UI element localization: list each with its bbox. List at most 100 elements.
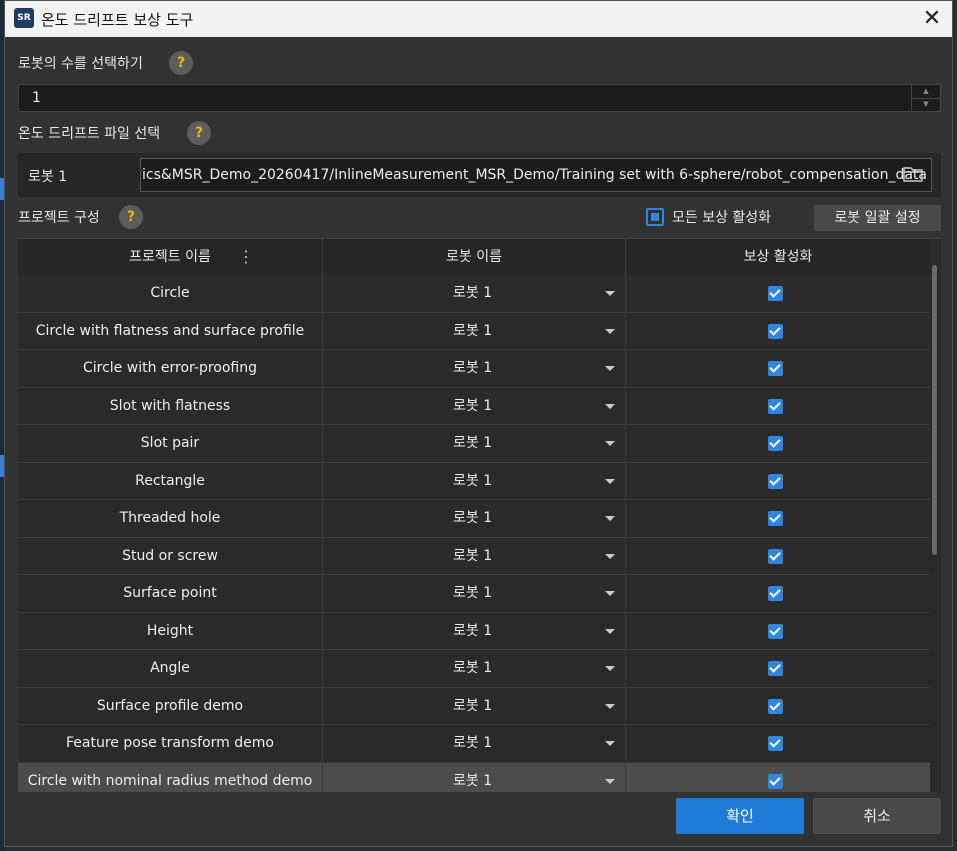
chevron-down-icon	[605, 778, 615, 784]
project-name-cell: Slot pair	[18, 425, 323, 462]
robot-count-value: 1	[32, 90, 41, 106]
robot-select-value: 로봇 1	[453, 360, 493, 376]
table-row[interactable]: Circle with flatness and surface profile…	[18, 312, 930, 350]
compensation-cell	[626, 575, 930, 612]
spin-down-icon[interactable]: ▼	[912, 98, 940, 111]
table-row[interactable]: Rectangle 로봇 1	[18, 462, 930, 500]
compensation-checkbox[interactable]	[768, 436, 783, 451]
project-name-cell: Threaded hole	[18, 500, 323, 537]
project-name-cell: Slot with flatness	[18, 387, 323, 425]
spin-up-icon[interactable]: ▲	[912, 85, 940, 99]
enable-all-label: 모든 보상 활성화	[672, 210, 772, 226]
compensation-checkbox[interactable]	[768, 323, 783, 339]
table-row[interactable]: Angle 로봇 1	[18, 650, 930, 688]
compensation-checkbox[interactable]	[768, 548, 783, 564]
close-icon[interactable]: ✕	[917, 5, 947, 33]
robot-select[interactable]: 로봇 1	[323, 537, 626, 575]
project-name-cell: Circle with flatness and surface profile	[18, 312, 323, 350]
chevron-down-icon	[605, 591, 615, 596]
robot-select[interactable]: 로봇 1	[323, 762, 626, 792]
compensation-checkbox[interactable]	[768, 361, 783, 376]
chevron-down-icon	[605, 553, 615, 559]
kebab-menu-icon[interactable]: ⋮	[238, 239, 254, 275]
table-row[interactable]: Circle with error-proofing 로봇 1	[18, 350, 930, 388]
table-row[interactable]: Height 로봇 1	[18, 612, 930, 650]
table-row[interactable]: Feature pose transform demo 로봇 1	[18, 725, 930, 763]
header-project-name[interactable]: 프로젝트 이름 ⋮	[18, 239, 323, 275]
enable-all-checkbox[interactable]	[646, 208, 664, 226]
spin-buttons: ▲ ▼	[911, 85, 940, 111]
help-icon[interactable]: ?	[119, 205, 143, 229]
robot-select[interactable]: 로봇 1	[323, 725, 626, 762]
table-row[interactable]: Slot pair 로봇 1	[18, 425, 930, 463]
robot-select[interactable]: 로봇 1	[323, 312, 626, 350]
compensation-cell	[626, 650, 930, 687]
compensation-checkbox[interactable]	[768, 398, 783, 414]
robot-select[interactable]: 로봇 1	[323, 425, 626, 462]
robot-select[interactable]: 로봇 1	[323, 650, 626, 687]
table-row[interactable]: Stud or screw 로봇 1	[18, 537, 930, 575]
compensation-checkbox[interactable]	[768, 623, 783, 639]
table-row[interactable]: Surface point 로봇 1	[18, 575, 930, 613]
file-path-input[interactable]: ics&MSR_Demo_20260417/InlineMeasurement_…	[140, 158, 932, 192]
project-name-cell: Surface profile demo	[18, 687, 323, 725]
help-icon[interactable]: ?	[169, 51, 193, 75]
robot-select-value: 로봇 1	[453, 285, 493, 301]
table-row[interactable]: Threaded hole 로봇 1	[18, 500, 930, 538]
robot-select-value: 로봇 1	[453, 322, 493, 339]
robot-select-value: 로봇 1	[453, 472, 493, 489]
robot-file-label: 로봇 1	[28, 169, 68, 185]
header-robot-name[interactable]: 로봇 이름	[323, 239, 626, 275]
robot-select-value: 로봇 1	[453, 397, 493, 414]
compensation-checkbox[interactable]	[768, 586, 783, 601]
compensation-checkbox[interactable]	[768, 773, 783, 789]
header-compensation[interactable]: 보상 활성화	[626, 239, 930, 275]
compensation-checkbox[interactable]	[768, 286, 783, 301]
table-row[interactable]: Slot with flatness 로봇 1	[18, 387, 930, 425]
cancel-button[interactable]: 취소	[813, 798, 941, 834]
project-name-cell: Angle	[18, 650, 323, 687]
robot-select[interactable]: 로봇 1	[323, 612, 626, 650]
compensation-cell	[626, 388, 930, 425]
chevron-down-icon	[605, 741, 615, 746]
table-row[interactable]: Surface profile demo 로봇 1	[18, 687, 930, 725]
compensation-cell	[626, 350, 930, 387]
robot-select-value: 로봇 1	[453, 697, 493, 714]
compensation-cell	[626, 725, 930, 762]
robot-select[interactable]: 로봇 1	[323, 275, 626, 312]
compensation-checkbox[interactable]	[768, 736, 783, 751]
project-name-cell: Stud or screw	[18, 537, 323, 575]
batch-robot-button[interactable]: 로봇 일괄 설정	[814, 205, 941, 231]
chevron-down-icon	[605, 516, 615, 521]
app-icon: SR	[14, 8, 34, 28]
robot-select[interactable]: 로봇 1	[323, 575, 626, 612]
compensation-checkbox[interactable]	[768, 698, 783, 714]
chevron-down-icon	[605, 666, 615, 671]
robot-count-spinbox[interactable]: 1 ▲ ▼	[18, 84, 941, 112]
ok-button[interactable]: 확인	[676, 798, 804, 834]
chevron-down-icon	[605, 703, 615, 709]
help-icon[interactable]: ?	[187, 121, 211, 145]
chevron-down-icon	[605, 478, 615, 484]
chevron-down-icon	[605, 628, 615, 634]
robot-select-value: 로봇 1	[453, 622, 493, 639]
robot-select-value: 로봇 1	[453, 585, 493, 601]
folder-icon[interactable]	[902, 163, 924, 185]
robot-select[interactable]: 로봇 1	[323, 350, 626, 387]
compensation-checkbox[interactable]	[768, 473, 783, 489]
robot-select[interactable]: 로봇 1	[323, 462, 626, 500]
robot-select-value: 로봇 1	[453, 735, 493, 751]
project-name-cell: Circle with error-proofing	[18, 350, 323, 387]
robot-select[interactable]: 로봇 1	[323, 687, 626, 725]
robot-select[interactable]: 로봇 1	[323, 387, 626, 425]
vertical-scrollbar[interactable]	[932, 265, 937, 555]
table-row[interactable]: Circle 로봇 1	[18, 275, 930, 313]
compensation-checkbox[interactable]	[768, 511, 783, 526]
robot-select[interactable]: 로봇 1	[323, 500, 626, 537]
chevron-down-icon	[605, 328, 615, 334]
table-body: Circle 로봇 1 Circle with flatness and surfa…	[18, 275, 930, 792]
compensation-cell	[626, 538, 930, 575]
project-name-cell: Circle	[18, 275, 323, 312]
table-row[interactable]: Circle with nominal radius method demo 로봇…	[18, 762, 930, 792]
compensation-checkbox[interactable]	[768, 661, 783, 676]
